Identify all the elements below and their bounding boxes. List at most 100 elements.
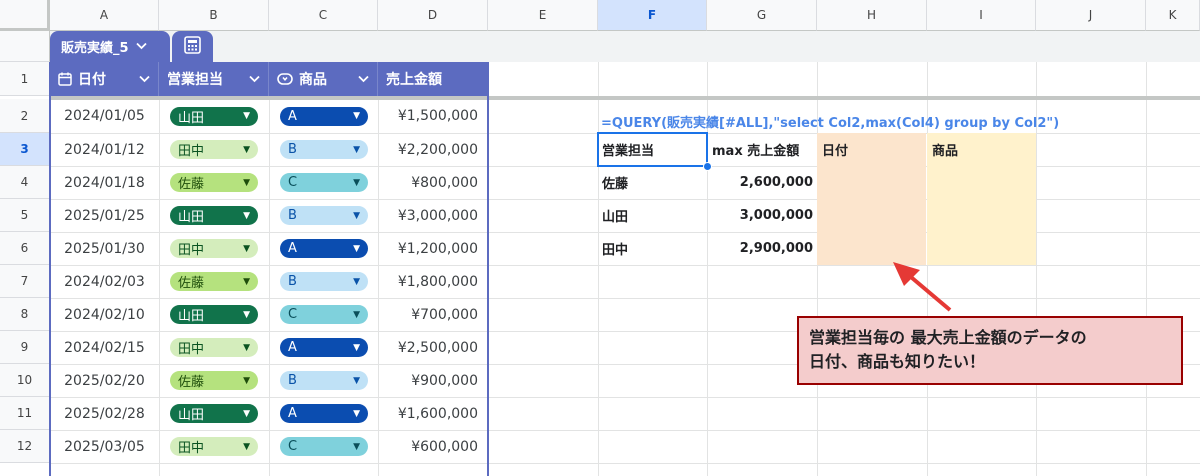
- chevron-down-icon[interactable]: [358, 75, 369, 83]
- row-header-9[interactable]: 9: [0, 331, 50, 364]
- chevron-down-icon[interactable]: [249, 75, 260, 83]
- row-header-7[interactable]: 7: [0, 265, 50, 298]
- rep-dropdown-chip[interactable]: 佐藤 ▼: [170, 371, 258, 390]
- table-header-date[interactable]: 日付: [50, 62, 159, 96]
- product-dropdown-chip[interactable]: B ▼: [280, 140, 368, 159]
- column-header-d[interactable]: D: [378, 0, 488, 31]
- column-header-j[interactable]: J: [1036, 0, 1146, 31]
- table-cell-amount[interactable]: ¥1,200,000: [378, 232, 488, 265]
- column-header-e[interactable]: E: [488, 0, 598, 31]
- rep-dropdown-chip[interactable]: 田中 ▼: [170, 140, 258, 159]
- rep-dropdown-chip[interactable]: 山田 ▼: [170, 404, 258, 423]
- product-dropdown-chip[interactable]: C ▼: [280, 437, 368, 456]
- rep-dropdown-chip[interactable]: 佐藤 ▼: [170, 173, 258, 192]
- table-cell-date[interactable]: 2025/02/20: [50, 364, 159, 397]
- dropdown-arrow-icon[interactable]: ▼: [243, 409, 250, 419]
- dropdown-arrow-icon[interactable]: ▼: [353, 409, 360, 419]
- table-cell-date[interactable]: 2024/02/15: [50, 331, 159, 364]
- row-header-6[interactable]: 6: [0, 232, 50, 265]
- table-cell-amount[interactable]: ¥600,000: [378, 430, 488, 463]
- row-header-4[interactable]: 4: [0, 166, 50, 199]
- dropdown-arrow-icon[interactable]: ▼: [243, 244, 250, 254]
- table-header-rep[interactable]: 営業担当: [159, 62, 269, 96]
- query-result-rep[interactable]: 山田: [602, 199, 702, 232]
- table-cell-date[interactable]: 2024/01/05: [50, 99, 159, 133]
- query-result-rep[interactable]: 佐藤: [602, 166, 702, 199]
- table-cell-amount[interactable]: ¥800,000: [378, 166, 488, 199]
- product-dropdown-chip[interactable]: B ▼: [280, 371, 368, 390]
- rep-dropdown-chip[interactable]: 佐藤 ▼: [170, 272, 258, 291]
- chevron-down-icon[interactable]: [135, 39, 147, 54]
- product-dropdown-chip[interactable]: C ▼: [280, 173, 368, 192]
- dropdown-arrow-icon[interactable]: ▼: [353, 211, 360, 221]
- table-cell-date[interactable]: 2024/01/18: [50, 166, 159, 199]
- dropdown-arrow-icon[interactable]: ▼: [243, 343, 250, 353]
- column-header-g[interactable]: G: [707, 0, 817, 31]
- column-header-c[interactable]: C: [269, 0, 378, 31]
- frozen-row-divider[interactable]: [50, 96, 1200, 100]
- table-header-product[interactable]: 商品: [269, 62, 378, 96]
- chevron-down-icon[interactable]: [139, 75, 150, 83]
- column-header-i[interactable]: I: [927, 0, 1036, 31]
- dropdown-arrow-icon[interactable]: ▼: [353, 145, 360, 155]
- product-dropdown-chip[interactable]: B ▼: [280, 206, 368, 225]
- rep-dropdown-chip[interactable]: 山田 ▼: [170, 305, 258, 324]
- column-header-b[interactable]: B: [159, 0, 269, 31]
- table-cell-amount[interactable]: ¥1,500,000: [378, 99, 488, 133]
- dropdown-arrow-icon[interactable]: ▼: [243, 310, 250, 320]
- rep-dropdown-chip[interactable]: 田中 ▼: [170, 338, 258, 357]
- select-all-corner[interactable]: [0, 0, 50, 31]
- product-dropdown-chip[interactable]: C ▼: [280, 305, 368, 324]
- dropdown-arrow-icon[interactable]: ▼: [353, 178, 360, 188]
- row-header-2[interactable]: 2: [0, 99, 50, 133]
- row-header-1[interactable]: 1: [0, 62, 50, 96]
- dropdown-arrow-icon[interactable]: ▼: [353, 244, 360, 254]
- active-cell-selection[interactable]: [597, 132, 708, 167]
- query-result-rep[interactable]: 田中: [602, 232, 702, 265]
- row-header-8[interactable]: 8: [0, 298, 50, 331]
- dropdown-arrow-icon[interactable]: ▼: [243, 211, 250, 221]
- table-cell-amount[interactable]: ¥1,600,000: [378, 397, 488, 430]
- table-cell-date[interactable]: 2025/01/25: [50, 199, 159, 232]
- rep-dropdown-chip[interactable]: 田中 ▼: [170, 437, 258, 456]
- column-header-k[interactable]: K: [1146, 0, 1200, 31]
- query-result-max[interactable]: 2,900,000: [707, 232, 813, 265]
- product-dropdown-chip[interactable]: A ▼: [280, 404, 368, 423]
- product-dropdown-chip[interactable]: A ▼: [280, 338, 368, 357]
- dropdown-arrow-icon[interactable]: ▼: [353, 310, 360, 320]
- row-header-12[interactable]: 12: [0, 430, 50, 463]
- table-cell-amount[interactable]: ¥1,800,000: [378, 265, 488, 298]
- table-cell-amount[interactable]: ¥700,000: [378, 298, 488, 331]
- table-cell-amount[interactable]: ¥3,000,000: [378, 199, 488, 232]
- fill-handle[interactable]: [703, 162, 712, 171]
- row-header-10[interactable]: 10: [0, 364, 50, 397]
- table-summary-button[interactable]: [172, 31, 213, 62]
- rep-dropdown-chip[interactable]: 田中 ▼: [170, 239, 258, 258]
- column-header-a[interactable]: A: [50, 0, 159, 31]
- table-header-amount[interactable]: 売上金額: [378, 62, 488, 96]
- table-cell-amount[interactable]: ¥900,000: [378, 364, 488, 397]
- dropdown-arrow-icon[interactable]: ▼: [353, 111, 360, 121]
- dropdown-arrow-icon[interactable]: ▼: [243, 277, 250, 287]
- dropdown-arrow-icon[interactable]: ▼: [243, 145, 250, 155]
- dropdown-arrow-icon[interactable]: ▼: [353, 277, 360, 287]
- dropdown-arrow-icon[interactable]: ▼: [243, 111, 250, 121]
- dropdown-arrow-icon[interactable]: ▼: [243, 178, 250, 188]
- dropdown-arrow-icon[interactable]: ▼: [243, 442, 250, 452]
- row-header-3[interactable]: 3: [0, 133, 50, 166]
- table-cell-amount[interactable]: ¥2,500,000: [378, 331, 488, 364]
- column-header-f[interactable]: F: [598, 0, 707, 31]
- product-dropdown-chip[interactable]: A ▼: [280, 239, 368, 258]
- table-cell-date[interactable]: 2025/03/05: [50, 430, 159, 463]
- table-cell-date[interactable]: 2025/01/30: [50, 232, 159, 265]
- table-cell-date[interactable]: 2024/01/12: [50, 133, 159, 166]
- rep-dropdown-chip[interactable]: 山田 ▼: [170, 106, 258, 126]
- query-header-product[interactable]: 商品: [932, 133, 1032, 166]
- row-header-5[interactable]: 5: [0, 199, 50, 232]
- product-dropdown-chip[interactable]: A ▼: [280, 106, 368, 126]
- table-cell-date[interactable]: 2025/02/28: [50, 397, 159, 430]
- query-formula-text[interactable]: =QUERY(販売実績[#ALL],"select Col2,max(Col4)…: [601, 112, 1059, 131]
- column-header-h[interactable]: H: [817, 0, 927, 31]
- row-header-11[interactable]: 11: [0, 397, 50, 430]
- table-cell-date[interactable]: 2024/02/03: [50, 265, 159, 298]
